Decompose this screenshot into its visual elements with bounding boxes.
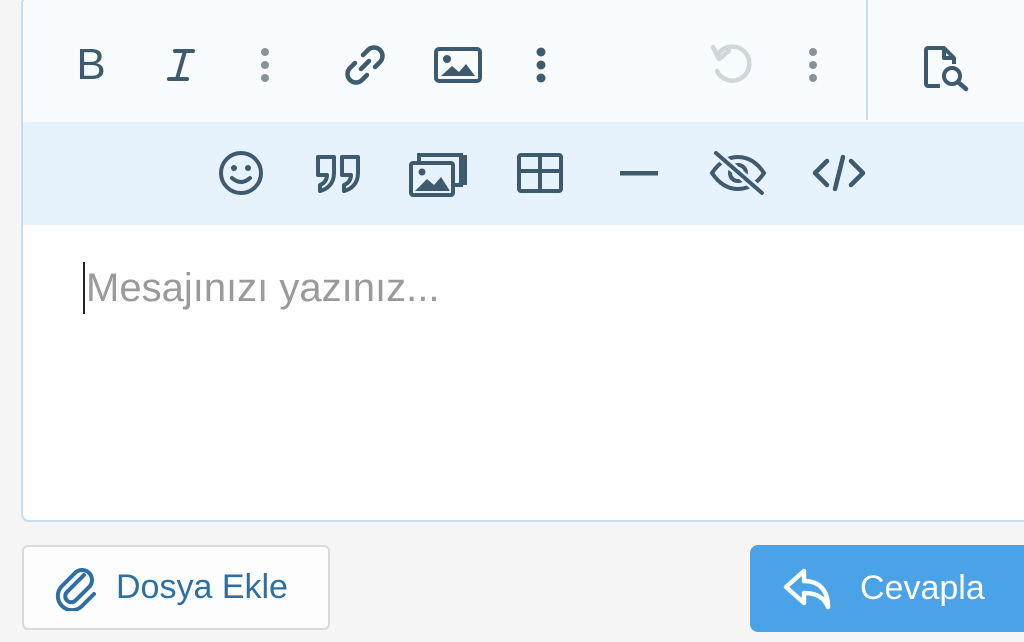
- more-history-button[interactable]: [783, 35, 843, 95]
- gallery-icon: [409, 153, 467, 197]
- smiley-icon: [219, 151, 263, 195]
- undo-icon: [710, 44, 752, 83]
- code-icon: [812, 154, 866, 192]
- quote-icon: [316, 155, 360, 193]
- more-vertical-icon: [261, 48, 269, 82]
- preview-icon: [924, 46, 969, 92]
- horizontal-rule-icon: [620, 171, 658, 176]
- toolbar-top: B: [23, 0, 1024, 122]
- image-icon: [434, 47, 482, 83]
- bold-button[interactable]: B: [61, 35, 121, 95]
- table-icon: [517, 153, 563, 193]
- attach-file-label: Dosya Ekle: [116, 568, 288, 606]
- preview-button[interactable]: [916, 38, 976, 98]
- quote-button[interactable]: [309, 143, 369, 203]
- code-button[interactable]: [809, 143, 869, 203]
- reply-label: Cevapla: [860, 569, 985, 607]
- undo-button[interactable]: [701, 35, 761, 95]
- message-text-area[interactable]: Mesajınızı yazınız...: [23, 225, 1024, 520]
- italic-button[interactable]: [151, 35, 211, 95]
- link-button[interactable]: [335, 35, 395, 95]
- text-caret: [83, 262, 85, 314]
- image-button[interactable]: [428, 35, 488, 95]
- more-insert-button[interactable]: [511, 35, 571, 95]
- more-vertical-icon: [536, 47, 546, 83]
- horizontal-rule-button[interactable]: [609, 143, 669, 203]
- bold-icon: B: [76, 45, 105, 85]
- spoiler-eye-slash-icon: [709, 149, 767, 197]
- more-options-button[interactable]: [235, 35, 295, 95]
- emoji-button[interactable]: [211, 143, 271, 203]
- attach-file-button[interactable]: Dosya Ekle: [22, 545, 330, 630]
- spoiler-button[interactable]: [708, 143, 768, 203]
- link-icon: [345, 45, 385, 85]
- message-placeholder: Mesajınızı yazınız...: [86, 266, 440, 310]
- gallery-button[interactable]: [409, 143, 469, 203]
- toolbar-divider: [866, 0, 868, 120]
- toolbar-bottom: [23, 122, 1024, 225]
- paperclip-icon: [54, 565, 100, 611]
- table-button[interactable]: [510, 143, 570, 203]
- message-editor: B Mesajınızı yazınız...: [21, 0, 1024, 522]
- more-vertical-icon: [809, 48, 817, 82]
- reply-icon: [782, 565, 834, 613]
- svg-text:B: B: [76, 45, 105, 85]
- reply-button[interactable]: Cevapla: [750, 545, 1024, 632]
- italic-icon: [167, 49, 195, 81]
